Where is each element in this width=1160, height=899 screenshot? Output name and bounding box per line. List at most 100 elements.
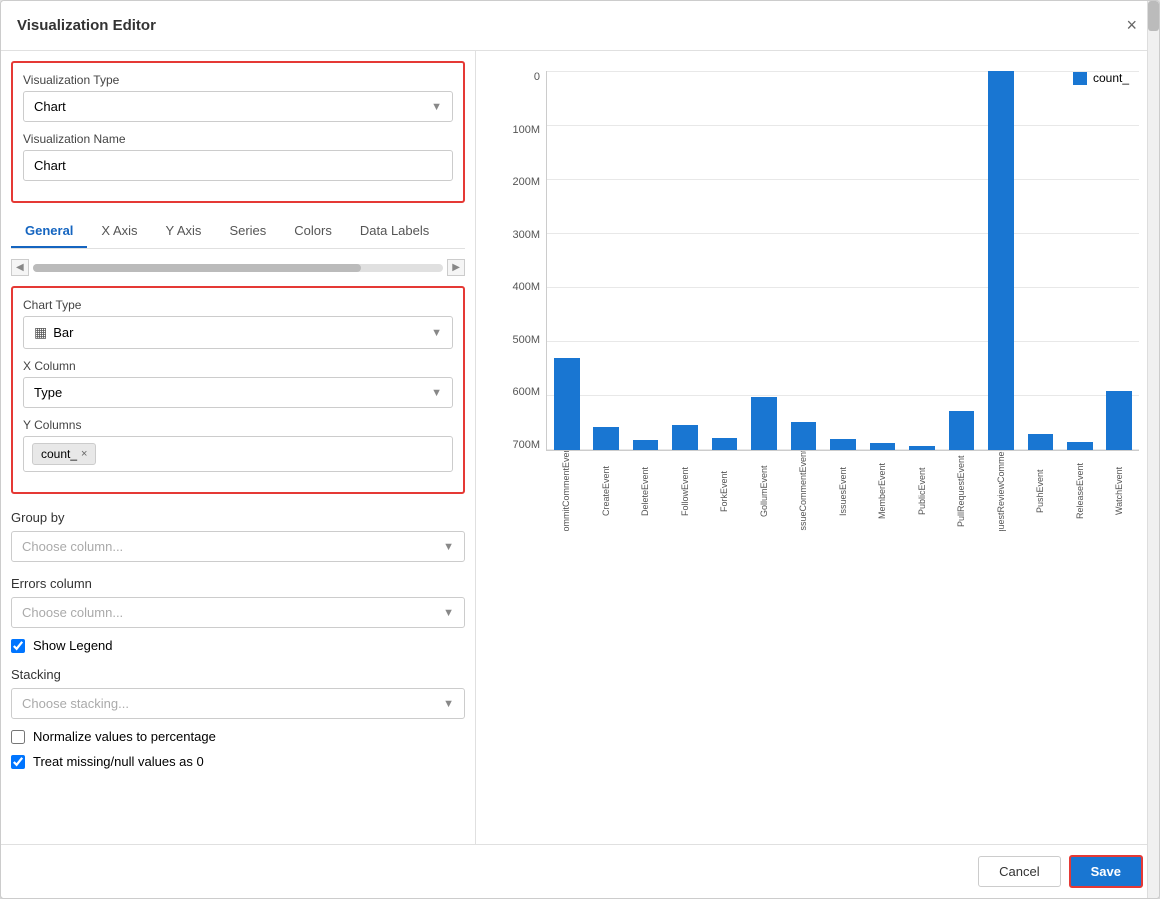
viz-name-field: Visualization Name — [23, 132, 453, 181]
chart-config-section: Chart Type ▦ Bar ▼ X Column Type ▼ — [11, 286, 465, 494]
treat-missing-checkbox[interactable] — [11, 755, 25, 769]
tab-series[interactable]: Series — [215, 215, 280, 248]
x-column-select[interactable]: Type ▼ — [23, 377, 453, 408]
scroll-right-icon[interactable]: ▶ — [447, 259, 465, 276]
bar-chart-icon: ▦ — [34, 324, 47, 341]
chart-type-field: Chart Type ▦ Bar ▼ — [23, 298, 453, 349]
cancel-button[interactable]: Cancel — [978, 856, 1060, 887]
stacking-label: Stacking — [11, 667, 465, 682]
scroll-track[interactable] — [33, 264, 444, 272]
tab-y-axis[interactable]: Y Axis — [152, 215, 216, 248]
x-labels-row: CommitCommentEventCreateEventDeleteEvent… — [496, 451, 1139, 531]
tab-colors[interactable]: Colors — [280, 215, 346, 248]
bar-wrapper — [586, 71, 625, 450]
bar — [712, 438, 738, 450]
treat-missing-label: Treat missing/null values as 0 — [33, 754, 204, 769]
viz-type-name-section: Visualization Type Chart ▼ Visualization… — [11, 61, 465, 203]
chart-area: count_ 700M600M500M400M300M200M100M0 Com… — [496, 61, 1139, 834]
right-panel: count_ 700M600M500M400M300M200M100M0 Com… — [476, 51, 1159, 844]
x-axis-label: PushEvent — [1020, 451, 1060, 531]
group-by-field: Group by Choose column... ▼ — [11, 506, 465, 562]
y-column-tag: count_ × — [32, 443, 96, 465]
x-axis-label: PullRequestEvent — [941, 451, 981, 531]
bar — [1106, 391, 1132, 450]
normalize-row: Normalize values to percentage — [11, 729, 465, 744]
x-axis-label: MemberEvent — [862, 451, 902, 531]
bar — [751, 397, 777, 450]
tab-data-labels[interactable]: Data Labels — [346, 215, 443, 248]
bar — [988, 71, 1014, 450]
y-column-tag-close[interactable]: × — [81, 448, 87, 460]
modal-title: Visualization Editor — [17, 17, 156, 34]
bar-wrapper — [823, 71, 862, 450]
stacking-field: Stacking Choose stacking... ▼ — [11, 663, 465, 719]
viz-type-label: Visualization Type — [23, 73, 453, 87]
scroll-left-icon[interactable]: ◀ — [11, 259, 29, 276]
modal-header: Visualization Editor × — [1, 1, 1159, 51]
bar — [909, 446, 935, 450]
bar — [1067, 442, 1093, 450]
modal-footer: Cancel Save — [1, 844, 1159, 898]
bar-wrapper — [744, 71, 783, 450]
group-by-placeholder: Choose column... — [22, 539, 123, 554]
group-by-select[interactable]: Choose column... ▼ — [11, 531, 465, 562]
treat-missing-row: Treat missing/null values as 0 — [11, 754, 465, 769]
y-axis-label: 700M — [496, 439, 540, 451]
group-by-label: Group by — [11, 510, 465, 525]
save-button[interactable]: Save — [1069, 855, 1143, 888]
bar-chart: 700M600M500M400M300M200M100M0 — [496, 71, 1139, 451]
viz-name-input[interactable] — [23, 150, 453, 181]
errors-column-select[interactable]: Choose column... ▼ — [11, 597, 465, 628]
bar — [949, 411, 975, 450]
bar — [593, 427, 619, 450]
chart-type-value: Bar — [53, 325, 73, 340]
bar-wrapper — [626, 71, 665, 450]
left-panel: Visualization Type Chart ▼ Visualization… — [1, 51, 476, 844]
viz-type-field: Visualization Type Chart ▼ — [23, 73, 453, 122]
x-labels: CommitCommentEventCreateEventDeleteEvent… — [546, 451, 1139, 531]
y-columns-label: Y Columns — [23, 418, 453, 432]
viz-type-arrow-icon: ▼ — [431, 101, 442, 113]
bar-wrapper — [1060, 71, 1099, 450]
x-axis-label: DeleteEvent — [625, 451, 665, 531]
x-axis-label: WatchEvent — [1099, 451, 1139, 531]
bar — [633, 440, 659, 450]
vertical-scrollbar[interactable] — [1147, 51, 1159, 844]
scroll-thumb — [33, 264, 361, 272]
x-column-arrow-icon: ▼ — [431, 387, 442, 399]
bar-wrapper — [784, 71, 823, 450]
show-legend-checkbox[interactable] — [11, 639, 25, 653]
bar — [1028, 434, 1054, 450]
normalize-label: Normalize values to percentage — [33, 729, 216, 744]
bar-wrapper — [981, 71, 1020, 450]
bars-area — [546, 71, 1139, 451]
bar — [554, 358, 580, 450]
tab-x-axis[interactable]: X Axis — [87, 215, 151, 248]
x-axis-label: CreateEvent — [586, 451, 626, 531]
bar — [791, 422, 817, 450]
bar-wrapper — [705, 71, 744, 450]
x-axis-label: FollowEvent — [665, 451, 705, 531]
x-axis-label: CommitCommentEvent — [546, 451, 586, 531]
close-button[interactable]: × — [1120, 13, 1143, 38]
viz-type-select[interactable]: Chart ▼ — [23, 91, 453, 122]
bar — [830, 439, 856, 450]
chart-type-select[interactable]: ▦ Bar ▼ — [23, 316, 453, 349]
chart-type-arrow-icon: ▼ — [431, 327, 442, 339]
bar — [870, 443, 896, 450]
normalize-checkbox[interactable] — [11, 730, 25, 744]
bar-wrapper — [547, 71, 586, 450]
x-axis-label: ReleaseEvent — [1060, 451, 1100, 531]
tabs-row: General X Axis Y Axis Series Colors Data… — [11, 215, 465, 249]
x-axis-label: IssuesEvent — [823, 451, 863, 531]
stacking-select[interactable]: Choose stacking... ▼ — [11, 688, 465, 719]
viz-type-value: Chart — [34, 99, 66, 114]
y-columns-container[interactable]: count_ × — [23, 436, 453, 472]
modal-body: Visualization Type Chart ▼ Visualization… — [1, 51, 1159, 844]
tab-general[interactable]: General — [11, 215, 87, 248]
show-legend-row: Show Legend — [11, 638, 465, 653]
x-column-field: X Column Type ▼ — [23, 359, 453, 408]
stacking-placeholder: Choose stacking... — [22, 696, 129, 711]
stacking-arrow-icon: ▼ — [443, 698, 454, 710]
viz-name-label: Visualization Name — [23, 132, 453, 146]
